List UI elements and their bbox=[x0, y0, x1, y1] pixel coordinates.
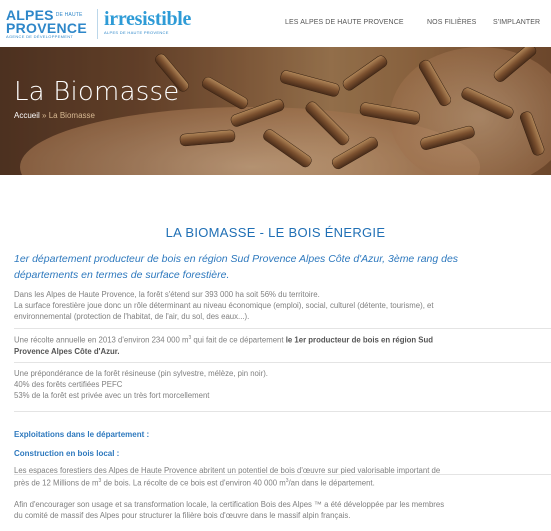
divider bbox=[14, 328, 551, 329]
p3-line2: 40% des forêts certifiées PEFC bbox=[14, 380, 123, 389]
p1-line2: La surface forestière joue donc un rôle … bbox=[14, 301, 434, 310]
p5-line2: du comité de massif des Alpes pour struc… bbox=[14, 511, 351, 520]
section-heading: LA BIOMASSE - LE BOIS ÉNERGIE bbox=[165, 225, 386, 240]
p2-text2: qui fait de ce département bbox=[191, 335, 286, 345]
paragraph-potential: Les espaces forestiers des Alpes de Haut… bbox=[14, 465, 551, 489]
p4-line2c: /an dans le département. bbox=[288, 478, 375, 488]
breadcrumb-home[interactable]: Accueil bbox=[14, 111, 40, 120]
subheading-construction: Construction en bois local : bbox=[14, 449, 120, 458]
breadcrumb-separator: » bbox=[42, 111, 47, 120]
p4-line2b: de bois. La récolte de ce bois est d'env… bbox=[101, 478, 286, 488]
p2-bold2: Provence Alpes Côte d'Azur. bbox=[14, 346, 120, 356]
page-title: La Biomasse bbox=[14, 77, 180, 107]
p1-line1: Dans les Alpes de Haute Provence, la for… bbox=[14, 290, 320, 299]
p5-line1: Afin d'encourager son usage et sa transf… bbox=[14, 500, 445, 509]
logo-line2: PROVENCE bbox=[6, 20, 87, 36]
breadcrumb: Accueil » La Biomasse bbox=[14, 111, 95, 120]
logo-alpes-provence[interactable]: ALPES DE HAUTE PROVENCE AGENCE DE DÉVELOP… bbox=[6, 8, 94, 39]
logo-irresistible-sub: ALPES DE HAUTE PROVENCE bbox=[104, 30, 169, 35]
p2-text: Une récolte annuelle en 2013 d'environ 2… bbox=[14, 335, 189, 345]
logo-small: DE HAUTE bbox=[55, 12, 83, 18]
p3-line3: 53% de la forêt est privée avec un très … bbox=[14, 391, 210, 400]
paragraph-harvest: Une récolte annuelle en 2013 d'environ 2… bbox=[14, 333, 551, 357]
lead-line1: 1er département producteur de bois en ré… bbox=[14, 253, 459, 265]
divider bbox=[14, 362, 551, 363]
lead-line2: départements en termes de surface forest… bbox=[14, 269, 230, 281]
nav-alpes-haute-provence[interactable]: LES ALPES DE HAUTE PROVENCE bbox=[285, 19, 404, 26]
nav-nos-filieres[interactable]: NOS FILIÈRES bbox=[427, 19, 476, 26]
subheading-exploitations: Exploitations dans le département : bbox=[14, 430, 150, 439]
nav-s-implanter[interactable]: S'IMPLANTER bbox=[493, 19, 540, 26]
divider bbox=[14, 474, 551, 475]
p1-line3: environnemental (protection de l'habitat… bbox=[14, 312, 250, 321]
logo-divider bbox=[97, 9, 98, 39]
p4-line2a: près de 12 Millions de m bbox=[14, 478, 99, 488]
lead-text: 1er département producteur de bois en ré… bbox=[14, 251, 551, 283]
site-header: ALPES DE HAUTE PROVENCE AGENCE DE DÉVELOP… bbox=[0, 0, 551, 47]
logo-irresistible[interactable]: irresistible ALPES DE HAUTE PROVENCE bbox=[104, 9, 191, 35]
paragraph-forest: Dans les Alpes de Haute Provence, la for… bbox=[14, 289, 551, 322]
logo-irresistible-text: irresistible bbox=[104, 8, 192, 30]
paragraph-stats: Une prépondérance de la forêt résineuse … bbox=[14, 368, 551, 401]
p3-line1: Une prépondérance de la forêt résineuse … bbox=[14, 369, 268, 378]
divider bbox=[14, 411, 551, 412]
breadcrumb-current: La Biomasse bbox=[48, 111, 95, 120]
hero-banner: La Biomasse Accueil » La Biomasse bbox=[0, 47, 551, 175]
paragraph-certification: Afin d'encourager son usage et sa transf… bbox=[14, 499, 551, 521]
p2-bold1: le 1er producteur de bois en région Sud bbox=[285, 335, 434, 345]
